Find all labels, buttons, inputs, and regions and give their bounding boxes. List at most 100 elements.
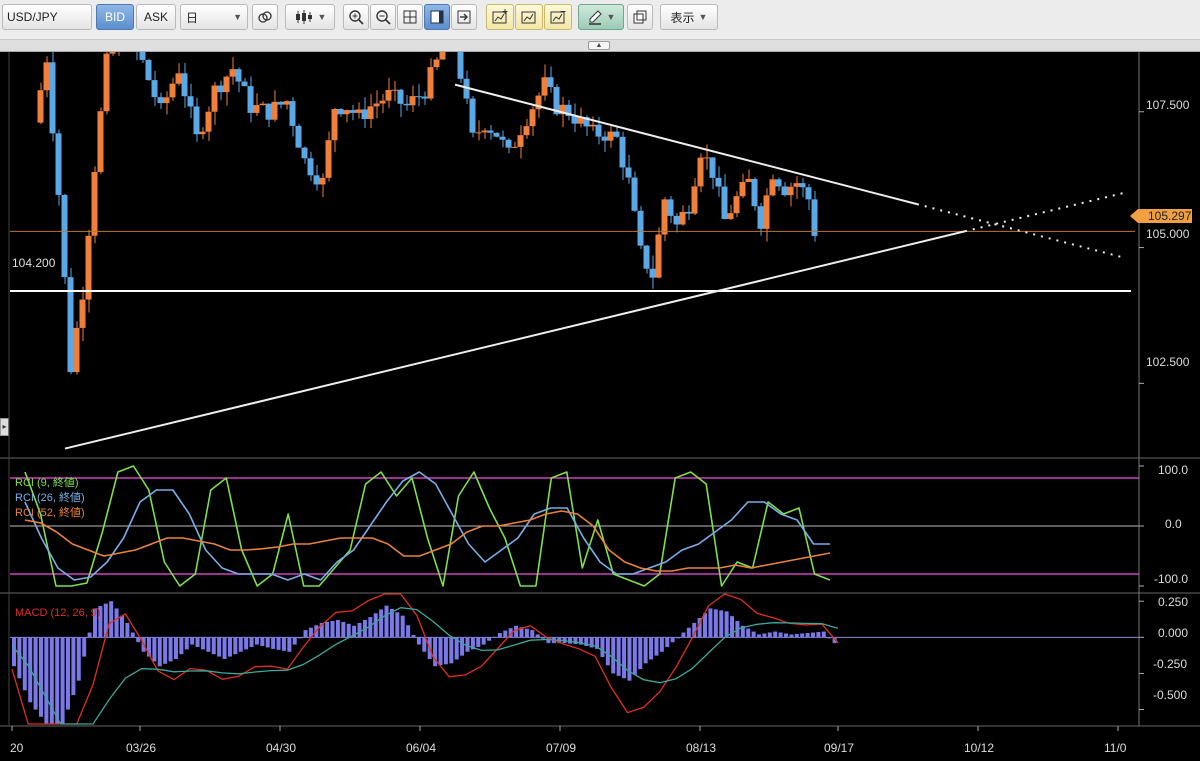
candle [565,99,572,121]
candle-body [667,199,674,216]
candle-body [787,186,794,196]
remove-indicator-button[interactable] [544,4,572,30]
zoom-in-button[interactable] [343,4,369,30]
macd-histogram-bar [665,637,670,647]
macd-histogram-bar [244,637,249,650]
candle-body [511,146,518,148]
candle [643,244,650,274]
candle [685,205,692,220]
macd-tick: 0.250 [1158,595,1188,609]
drawing-tool-select[interactable]: ▼ [578,4,624,30]
candle [361,97,368,128]
candle-body [313,175,320,185]
collapse-toolbar-button[interactable]: ▲ [588,41,610,50]
window-icon [633,10,647,24]
candle-body [691,186,698,214]
candle [118,52,120,56]
candle-body [349,110,356,113]
chart-area[interactable]: 107.500 105.000 102.500 105.297 104.200 … [0,52,1200,761]
macd-histogram-bar [260,637,265,646]
macd-histogram-bar [622,637,627,679]
candle-body [355,109,362,113]
candle-body [391,89,398,91]
candle-body [211,85,218,112]
new-window-button[interactable] [627,4,653,30]
candle [631,171,638,212]
candle-body [439,52,446,60]
candle [751,177,758,211]
candle [697,153,704,193]
date-tick: 06/04 [406,741,436,755]
date-tick: 03/26 [126,741,156,755]
bid-label: BID [104,10,125,24]
candlestick-icon [295,10,312,24]
candle [181,62,188,108]
candle-body [343,110,350,115]
date-tick: 20 [10,741,24,755]
symbol-label: USD/JPY [7,10,58,24]
price-panel[interactable] [10,52,1135,450]
ask-button[interactable]: ASK [136,4,176,30]
candle-body [193,106,200,135]
candle-body [505,139,512,148]
compare-button[interactable] [252,4,278,30]
display-menu-button[interactable]: 表示 ▼ [660,4,718,30]
macd-histogram-bar [335,620,340,638]
add-indicator-button[interactable] [486,4,514,30]
candle-body [811,199,818,236]
macd-histogram-bar [643,637,648,664]
chevron-down-icon: ▼ [606,12,616,22]
candle-body [727,213,734,220]
macd-histogram-bar [303,630,308,638]
macd-histogram-bar [249,637,254,647]
chart-type-select[interactable]: ▼ [285,4,335,30]
macd-tick: -0.250 [1153,657,1187,671]
candle [541,64,548,101]
candle [769,174,776,197]
candle-body [781,186,788,196]
candle-body [739,181,746,197]
candle [61,193,68,284]
candle-body [763,195,770,229]
candle [805,183,812,210]
macd-histogram-bar [816,632,821,638]
macd-histogram-bar [119,615,124,638]
macd-histogram-bar [179,637,184,655]
macd-histogram-bar [17,637,22,679]
fit-button[interactable] [397,4,423,30]
candle-body [241,81,248,87]
macd-histogram-bar [616,637,621,676]
zoom-out-button[interactable] [370,4,396,30]
candle-body [709,157,716,178]
macd-panel[interactable] [10,593,1139,725]
candle-body [571,116,578,124]
candle [283,100,290,110]
panel-toggle-button[interactable] [424,4,450,30]
candle [691,177,698,215]
macd-histogram-bar [12,637,16,667]
candle-body [73,327,80,373]
candle-body [619,136,626,168]
macd-histogram-bar [238,637,243,652]
timeframe-select[interactable]: 日 ▼ [180,4,248,30]
candle-body [331,108,338,141]
symbol-selector[interactable]: USD/JPY [2,4,92,30]
indicator-settings-button[interactable] [515,4,543,30]
candle-body [163,97,170,104]
candle-body [757,206,764,229]
chart-remove-icon [550,11,566,24]
candle-body [589,124,596,127]
candle [151,70,158,106]
current-price-tag: 105.297 [1130,209,1192,223]
candle [205,106,212,141]
scroll-end-button[interactable] [451,4,477,30]
bid-button[interactable]: BID [96,4,134,30]
macd-histogram-bar [632,637,637,675]
candle-body [367,106,374,119]
candle-body [529,109,536,127]
candle-body [745,178,752,182]
candle [487,125,494,140]
rci-tick: -100.0 [1154,572,1188,586]
candle [355,102,362,119]
rci-panel[interactable] [10,465,1139,587]
